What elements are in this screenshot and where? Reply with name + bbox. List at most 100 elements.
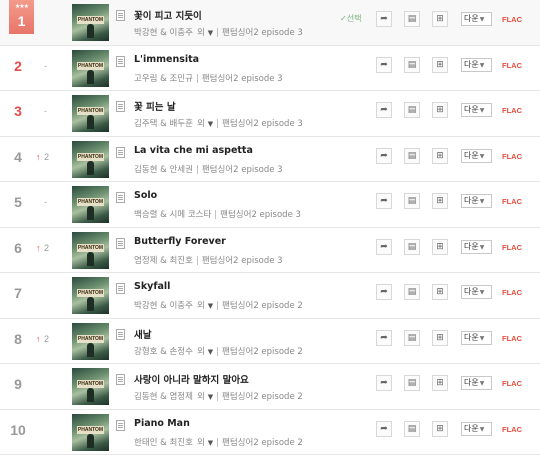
album-cover[interactable]: PHANTOM xyxy=(72,232,109,269)
download-button[interactable]: 다운▼ xyxy=(461,103,492,117)
share-icon[interactable]: ➦ xyxy=(376,11,392,27)
lyrics-icon[interactable] xyxy=(116,283,125,294)
album-cover[interactable]: PHANTOM xyxy=(72,50,109,87)
album-name[interactable]: 팬텀싱어2 episode 3 xyxy=(222,119,303,129)
song-title[interactable]: Butterfly Forever xyxy=(134,236,226,247)
add-to-playlist-icon[interactable]: ⊞ xyxy=(432,375,448,391)
song-title[interactable]: 새날 xyxy=(134,327,151,341)
download-button[interactable]: 다운▼ xyxy=(461,422,492,436)
chevron-down-icon[interactable]: ▼ xyxy=(208,393,213,401)
share-icon[interactable]: ➦ xyxy=(376,193,392,209)
lyrics-icon[interactable] xyxy=(116,56,125,67)
download-button[interactable]: 다운▼ xyxy=(461,149,492,163)
album-name[interactable]: 팬텀싱어2 episode 2 xyxy=(222,347,303,357)
artist-name[interactable]: 김주택 & 배두훈 xyxy=(134,119,193,129)
artist-name[interactable]: 고우림 & 조민규 xyxy=(134,74,193,84)
song-title[interactable]: Piano Man xyxy=(134,418,190,429)
add-to-playlist-icon[interactable]: ⊞ xyxy=(432,239,448,255)
album-cover[interactable]: PHANTOM xyxy=(72,277,109,314)
lyrics-icon[interactable] xyxy=(116,374,125,385)
download-button[interactable]: 다운▼ xyxy=(461,240,492,254)
artist-more[interactable]: 외 xyxy=(197,301,205,311)
lyrics-icon[interactable] xyxy=(116,10,125,21)
play-icon[interactable]: ▤ xyxy=(404,102,420,118)
download-button[interactable]: 다운▼ xyxy=(461,194,492,208)
add-to-playlist-icon[interactable]: ⊞ xyxy=(432,421,448,437)
album-cover[interactable]: PHANTOM xyxy=(72,141,109,178)
song-title[interactable]: Solo xyxy=(134,190,157,201)
artist-name[interactable]: 백승렬 & 시메 코스타 xyxy=(134,210,211,220)
artist-more[interactable]: 외 xyxy=(197,119,205,129)
play-icon[interactable]: ▤ xyxy=(404,148,420,164)
share-icon[interactable]: ➦ xyxy=(376,421,392,437)
play-icon[interactable]: ▤ xyxy=(404,375,420,391)
artist-more[interactable]: 외 xyxy=(197,28,205,38)
play-icon[interactable]: ▤ xyxy=(404,330,420,346)
download-button[interactable]: 다운▼ xyxy=(461,12,492,26)
share-icon[interactable]: ➦ xyxy=(376,375,392,391)
chevron-down-icon[interactable]: ▼ xyxy=(208,120,213,128)
artist-more[interactable]: 외 xyxy=(197,392,205,402)
lyrics-icon[interactable] xyxy=(116,192,125,203)
add-to-playlist-icon[interactable]: ⊞ xyxy=(432,148,448,164)
artist-name[interactable]: 김동현 & 안세권 xyxy=(134,165,193,175)
album-name[interactable]: 팬텀싱어2 episode 3 xyxy=(202,165,283,175)
album-cover[interactable]: PHANTOM xyxy=(72,368,109,405)
download-button[interactable]: 다운▼ xyxy=(461,331,492,345)
download-button[interactable]: 다운▼ xyxy=(461,376,492,390)
artist-name[interactable]: 박강현 & 이충주 xyxy=(134,301,193,311)
album-name[interactable]: 팬텀싱어2 episode 2 xyxy=(222,301,303,311)
album-name[interactable]: 팬텀싱어2 episode 2 xyxy=(222,392,303,402)
song-title[interactable]: L'immensita xyxy=(134,54,199,65)
song-title[interactable]: La vita che mi aspetta xyxy=(134,145,253,156)
add-to-playlist-icon[interactable]: ⊞ xyxy=(432,284,448,300)
download-button[interactable]: 다운▼ xyxy=(461,58,492,72)
album-cover[interactable]: PHANTOM xyxy=(72,186,109,223)
play-icon[interactable]: ▤ xyxy=(404,57,420,73)
album-cover[interactable]: PHANTOM xyxy=(72,4,109,41)
lyrics-icon[interactable] xyxy=(116,420,125,431)
lyrics-icon[interactable] xyxy=(116,238,125,249)
song-title[interactable]: 꽃이 피고 지듯이 xyxy=(134,8,202,22)
add-to-playlist-icon[interactable]: ⊞ xyxy=(432,330,448,346)
select-label[interactable]: ✓선택 xyxy=(340,13,361,24)
artist-name[interactable]: 김동현 & 염정제 xyxy=(134,392,193,402)
add-to-playlist-icon[interactable]: ⊞ xyxy=(432,11,448,27)
song-title[interactable]: 꽃 피는 날 xyxy=(134,99,176,113)
play-icon[interactable]: ▤ xyxy=(404,284,420,300)
song-title[interactable]: Skyfall xyxy=(134,281,170,292)
add-to-playlist-icon[interactable]: ⊞ xyxy=(432,102,448,118)
album-name[interactable]: 팬텀싱어2 episode 3 xyxy=(222,28,303,38)
album-name[interactable]: 팬텀싱어2 episode 3 xyxy=(202,256,283,266)
artist-name[interactable]: 박강현 & 이충주 xyxy=(134,28,193,38)
play-icon[interactable]: ▤ xyxy=(404,193,420,209)
lyrics-icon[interactable] xyxy=(116,101,125,112)
album-cover[interactable]: PHANTOM xyxy=(72,414,109,451)
artist-more[interactable]: 외 xyxy=(197,347,205,357)
lyrics-icon[interactable] xyxy=(116,147,125,158)
add-to-playlist-icon[interactable]: ⊞ xyxy=(432,57,448,73)
share-icon[interactable]: ➦ xyxy=(376,284,392,300)
song-title[interactable]: 사랑이 아니라 말하지 말아요 xyxy=(134,372,249,386)
share-icon[interactable]: ➦ xyxy=(376,57,392,73)
play-icon[interactable]: ▤ xyxy=(404,421,420,437)
artist-name[interactable]: 염정제 & 최진호 xyxy=(134,256,193,266)
download-button[interactable]: 다운▼ xyxy=(461,285,492,299)
album-name[interactable]: 팬텀싱어2 episode 3 xyxy=(220,210,301,220)
lyrics-icon[interactable] xyxy=(116,329,125,340)
share-icon[interactable]: ➦ xyxy=(376,102,392,118)
album-logo: PHANTOM xyxy=(77,16,104,24)
play-icon[interactable]: ▤ xyxy=(404,239,420,255)
share-icon[interactable]: ➦ xyxy=(376,330,392,346)
artist-name[interactable]: 강형호 & 손정수 xyxy=(134,347,193,357)
play-icon[interactable]: ▤ xyxy=(404,11,420,27)
album-cover[interactable]: PHANTOM xyxy=(72,323,109,360)
album-cover[interactable]: PHANTOM xyxy=(72,95,109,132)
chevron-down-icon[interactable]: ▼ xyxy=(208,348,213,356)
chevron-down-icon[interactable]: ▼ xyxy=(208,29,213,37)
share-icon[interactable]: ➦ xyxy=(376,239,392,255)
share-icon[interactable]: ➦ xyxy=(376,148,392,164)
add-to-playlist-icon[interactable]: ⊞ xyxy=(432,193,448,209)
album-name[interactable]: 팬텀싱어2 episode 3 xyxy=(202,74,283,84)
chevron-down-icon[interactable]: ▼ xyxy=(208,302,213,310)
